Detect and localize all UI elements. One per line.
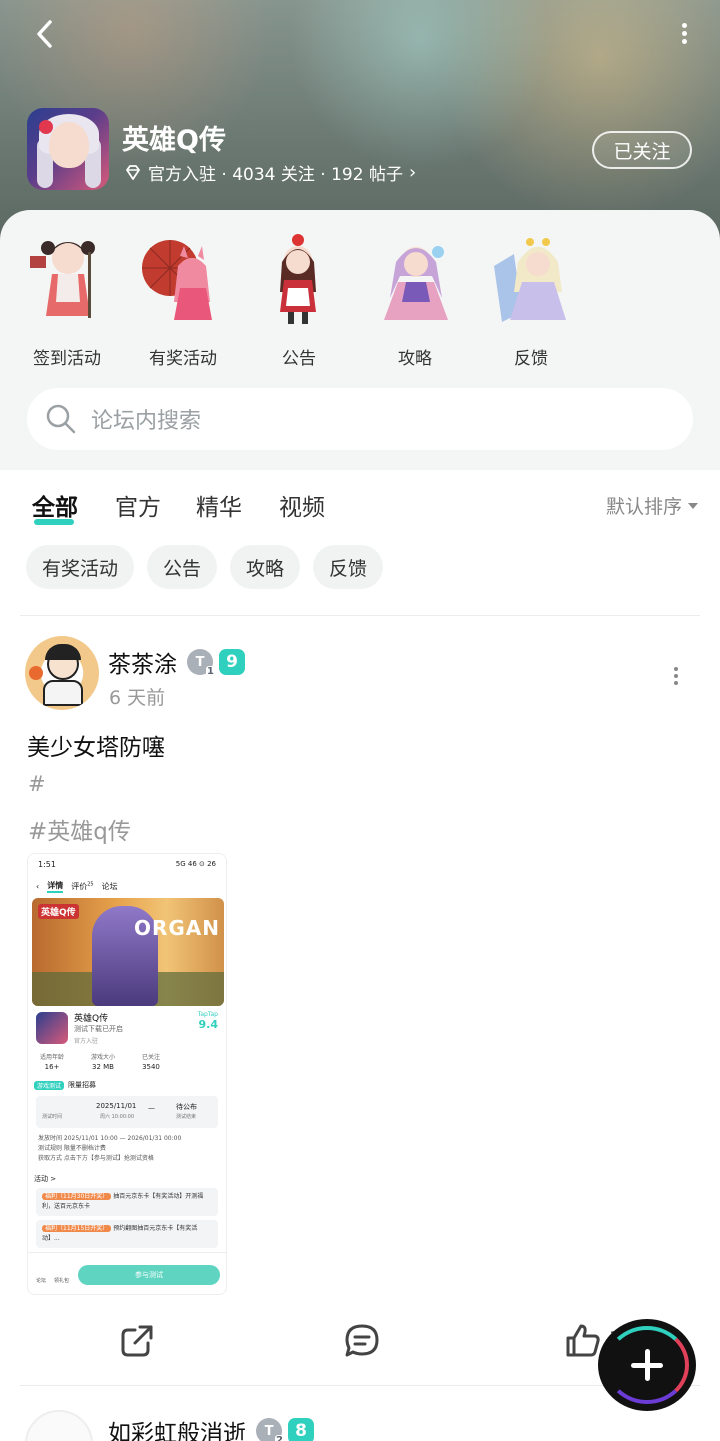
rank-badge-icon: T1 (187, 649, 215, 677)
shortcut-label: 公告 (282, 349, 316, 369)
level-badge: 9 (219, 649, 245, 675)
post-time: 6 天前 (109, 687, 166, 709)
shot-app-name: 英雄Q传 (74, 1014, 109, 1024)
tab-video[interactable]: 视频 (279, 488, 325, 522)
reward-character-icon (142, 240, 212, 320)
shot-test-box: 测试时间 2025/11/01 周六 10:00:00 — 待公布 测试结束 (36, 1096, 218, 1128)
chip-feedback[interactable]: 反馈 (313, 545, 384, 589)
game-icon (27, 108, 109, 190)
chevron-right-icon: › (408, 162, 417, 183)
shot-activity-header: 活动 > (34, 1175, 57, 1183)
shot-activity-row: 福利（11月30日开奖） 抽百元京东卡【有奖活动】开测福利，送百元京东卡 (36, 1188, 218, 1216)
guide-character-icon (384, 246, 448, 320)
shot-recruit: 游戏测试 限量招募 (34, 1080, 96, 1090)
chip-guide[interactable]: 攻略 (230, 545, 301, 589)
rank-badge-icon: T2 (256, 1418, 284, 1441)
chip-reward[interactable]: 有奖活动 (26, 545, 135, 589)
shortcut-label: 攻略 (398, 349, 432, 369)
author-name: 如彩虹般消逝 (108, 1421, 246, 1441)
shot-score: TapTap 9.4 (197, 1011, 218, 1031)
shot-status-time: 1:51 (38, 860, 56, 869)
post-author[interactable]: 如彩虹般消逝 T2 8 (108, 1414, 314, 1441)
post-title[interactable]: 美少女塔防噻 (27, 728, 165, 762)
shot-bottom-bar: 论坛 领礼包 参与测试 (28, 1252, 226, 1294)
category-chips: 有奖活动 公告 攻略 反馈 (26, 545, 384, 589)
shot-status-icons: 5G 46 ⊙ 26 (175, 860, 216, 868)
notice-character-icon (280, 234, 316, 324)
comment-icon[interactable] (343, 1322, 381, 1360)
shot-banner: 英雄Q传 ORGAN (32, 898, 224, 1006)
follow-button[interactable]: 已关注 (592, 131, 692, 169)
shot-app-official: 官方入驻 (74, 1038, 99, 1045)
sort-dropdown[interactable]: 默认排序 (606, 492, 698, 519)
shot-app-sub: 测试下载已开启 (74, 1025, 123, 1033)
level-badge: 8 (288, 1418, 314, 1441)
game-title: 英雄Q传 (122, 125, 226, 156)
shortcut-guide[interactable]: 攻略 (365, 232, 465, 369)
back-arrow-icon[interactable] (26, 14, 66, 54)
sort-label: 默认排序 (605, 496, 682, 518)
shortcut-label: 签到活动 (33, 349, 101, 369)
post-image[interactable]: 1:51 5G 46 ⊙ 26 ‹ 详情 评价25 论坛 英雄Q传 ORGAN … (27, 853, 227, 1295)
caret-down-icon (688, 502, 698, 509)
shot-stats: 适用年龄 16+ 游戏大小 32 MB 已关注 3540 (40, 1054, 160, 1071)
post-hashtag[interactable]: # (28, 772, 46, 796)
tab-active-indicator (34, 519, 74, 525)
tab-all[interactable]: 全部 (32, 488, 78, 522)
create-post-button[interactable] (601, 1322, 693, 1408)
share-icon[interactable] (118, 1322, 156, 1360)
author-avatar[interactable] (25, 1410, 93, 1441)
shortcut-checkin[interactable]: 签到活动 (17, 232, 117, 369)
quick-panel: 签到活动 有奖活动 公告 攻略 反馈 论坛内搜索 (0, 210, 720, 470)
feedback-character-icon (494, 238, 566, 322)
post-more-icon[interactable] (671, 664, 681, 686)
shortcut-feedback[interactable]: 反馈 (481, 232, 581, 369)
forum-search-bar[interactable]: 论坛内搜索 (27, 388, 693, 450)
divider (20, 1385, 700, 1386)
shot-activity-row: 福利（11月15日开奖） 预约翻图抽百元京东卡【有奖活动】... (36, 1220, 218, 1248)
shortcut-reward[interactable]: 有奖活动 (133, 232, 233, 369)
like-icon[interactable] (564, 1322, 602, 1360)
more-options-icon[interactable] (678, 20, 690, 50)
shortcut-notice[interactable]: 公告 (249, 232, 349, 369)
tab-official[interactable]: 官方 (115, 488, 161, 522)
shot-navbar: ‹ 详情 评价25 论坛 (36, 880, 118, 893)
shortcut-label: 有奖活动 (149, 349, 217, 369)
divider (20, 615, 700, 616)
tab-featured[interactable]: 精华 (196, 488, 242, 522)
search-icon (46, 404, 76, 434)
post-filter-tabs: 全部 官方 精华 视频 默认排序 (0, 470, 720, 540)
search-placeholder: 论坛内搜索 (91, 409, 202, 434)
chip-notice[interactable]: 公告 (147, 545, 218, 589)
game-meta[interactable]: 官方入驻 · 4034 关注 · 192 帖子 › (124, 160, 416, 185)
shortcut-label: 反馈 (514, 349, 548, 369)
shot-app-icon (36, 1012, 68, 1044)
post-author[interactable]: 茶茶涂 T1 9 (108, 645, 245, 679)
official-diamond-icon (126, 164, 140, 180)
shot-rules: 发放时间 2025/11/01 10:00 — 2026/01/31 00:00… (38, 1135, 182, 1162)
game-meta-text: 官方入驻 · 4034 关注 · 192 帖子 (148, 165, 403, 185)
checkin-character-icon (30, 241, 95, 318)
author-name: 茶茶涂 (108, 652, 177, 678)
post-hashtag[interactable]: #英雄q传 (28, 812, 131, 846)
author-avatar[interactable] (25, 636, 99, 710)
